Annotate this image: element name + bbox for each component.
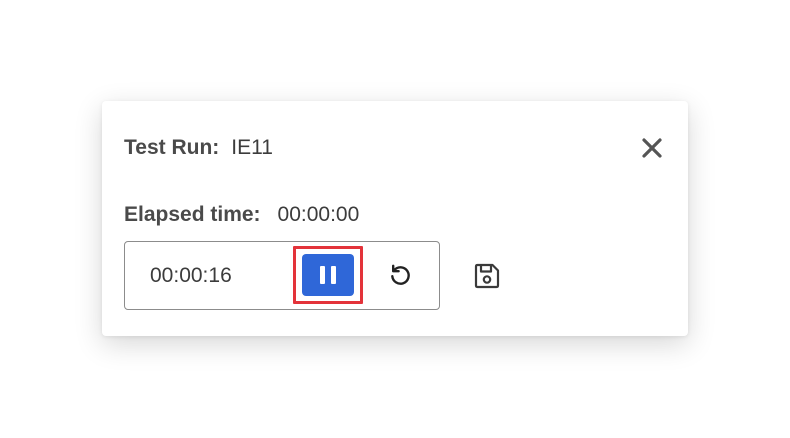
save-icon	[474, 263, 500, 289]
test-run-row: Test Run: IE11	[124, 135, 273, 161]
reset-button[interactable]	[387, 262, 414, 289]
timer-value: 00:00:16	[150, 264, 232, 287]
elapsed-time-value: 00:00:00	[277, 203, 360, 226]
close-button[interactable]	[640, 136, 664, 160]
close-icon	[642, 138, 662, 158]
test-run-label: Test Run:	[124, 136, 220, 159]
reset-icon	[391, 264, 410, 285]
pause-button-highlight	[293, 246, 363, 304]
test-run-value: IE11	[231, 136, 273, 159]
elapsed-time-label: Elapsed time:	[124, 203, 261, 226]
elapsed-time-row: Elapsed time: 00:00:00	[124, 202, 359, 228]
test-run-dialog: Test Run: IE11 Elapsed time: 00:00:00 00…	[102, 101, 688, 336]
save-button[interactable]	[472, 261, 502, 291]
pause-button[interactable]	[302, 254, 354, 296]
timer-control: 00:00:16	[124, 241, 440, 310]
